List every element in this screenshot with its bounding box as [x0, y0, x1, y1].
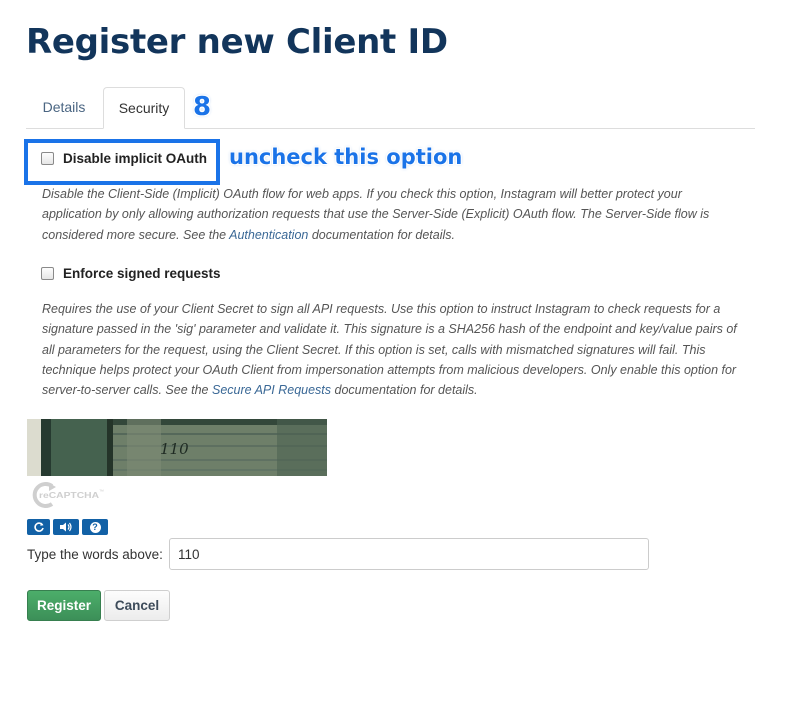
- description-text: documentation for details.: [308, 227, 455, 242]
- annotation-text: uncheck this option: [229, 145, 463, 169]
- disable-implicit-oauth-checkbox[interactable]: [41, 152, 54, 165]
- refresh-icon: [33, 522, 44, 532]
- disable-implicit-oauth-label: Disable implicit OAuth: [63, 151, 208, 166]
- captcha-answer-input[interactable]: [169, 538, 649, 570]
- register-button[interactable]: Register: [27, 590, 101, 621]
- enforce-signed-requests-label: Enforce signed requests: [63, 266, 221, 281]
- captcha-image-text: 110: [160, 440, 189, 458]
- audio-icon: [60, 522, 72, 532]
- enforce-signed-requests-checkbox[interactable]: [41, 267, 54, 280]
- captcha-controls: ?: [27, 519, 108, 535]
- recaptcha-logo: reCAPTCHA ™: [27, 478, 107, 512]
- secure-api-requests-link[interactable]: Secure API Requests: [212, 383, 331, 397]
- step-number-annotation: 8: [193, 92, 212, 122]
- disable-implicit-oauth-description: Disable the Client-Side (Implicit) OAuth…: [42, 184, 742, 245]
- enforce-signed-requests-description: Requires the use of your Client Secret t…: [42, 299, 742, 400]
- captcha-refresh-button[interactable]: [27, 519, 50, 535]
- captcha-audio-button[interactable]: [53, 519, 79, 535]
- help-icon: ?: [89, 521, 101, 533]
- disable-implicit-oauth-option[interactable]: Disable implicit OAuth: [41, 151, 207, 166]
- cancel-button[interactable]: Cancel: [104, 590, 170, 621]
- captcha-help-button[interactable]: ?: [82, 519, 108, 535]
- tab-bar: Details Security: [26, 87, 755, 129]
- enforce-signed-requests-option[interactable]: Enforce signed requests: [41, 266, 221, 281]
- tab-details[interactable]: Details: [26, 87, 102, 128]
- recaptcha-trademark: ™: [99, 489, 104, 495]
- tab-security[interactable]: Security: [103, 87, 185, 129]
- page-title: Register new Client ID: [26, 22, 448, 62]
- description-text: documentation for details.: [331, 383, 478, 398]
- captcha-image: 110: [27, 419, 327, 476]
- recaptcha-logo-text: reCAPTCHA: [39, 491, 99, 500]
- authentication-link[interactable]: Authentication: [229, 228, 308, 242]
- captcha-answer-label: Type the words above:: [27, 547, 163, 562]
